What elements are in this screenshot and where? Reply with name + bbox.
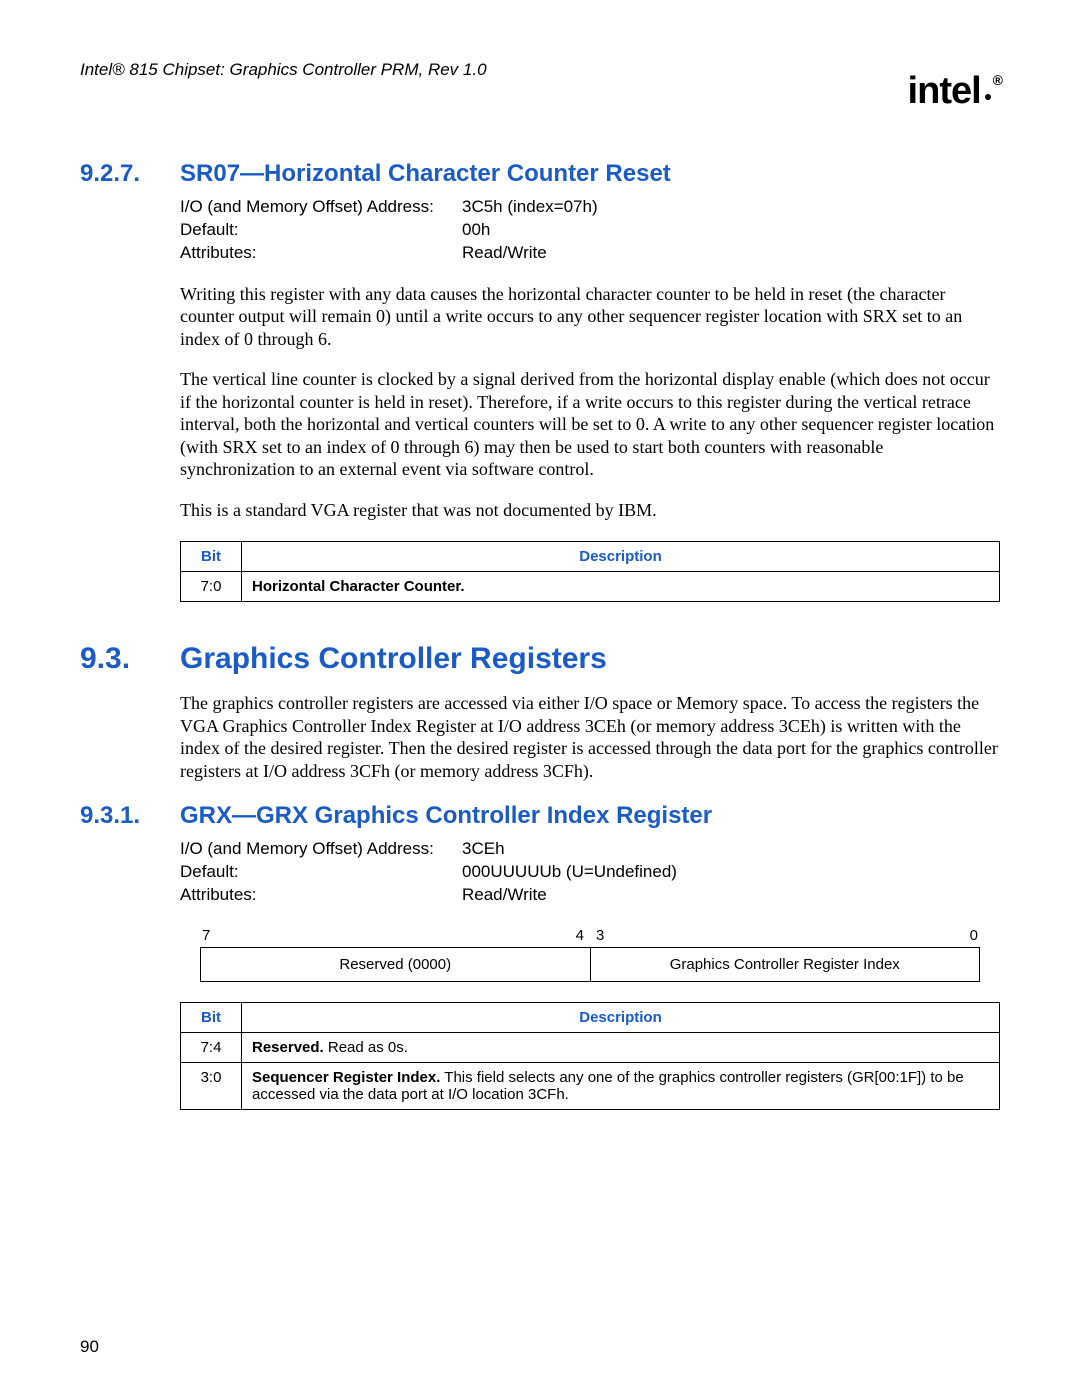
table-header-row: Bit Description — [181, 542, 1000, 572]
desc-bold: Reserved. — [252, 1039, 324, 1056]
section-9-3-body: The graphics controller registers are ac… — [180, 692, 1000, 782]
info-row-attributes: Attributes: Read/Write — [180, 884, 1000, 907]
heading-9-2-7: 9.2.7. SR07—Horizontal Character Counter… — [80, 160, 1000, 188]
bit-box-reserved: Reserved (0000) — [200, 947, 591, 982]
paragraph: This is a standard VGA register that was… — [180, 499, 1000, 522]
intel-logo: intel ® — [908, 70, 1000, 113]
info-row-default: Default: 000UUUUUb (U=Undefined) — [180, 861, 1000, 884]
info-value: 3C5h (index=07h) — [462, 196, 598, 219]
bit-boxes: Reserved (0000) Graphics Controller Regi… — [200, 947, 980, 982]
td-description: Reserved. Read as 0s. — [242, 1033, 1000, 1063]
bit-table-sr07: Bit Description 7:0 Horizontal Character… — [180, 541, 1000, 602]
bit-label-4: 4 — [576, 927, 590, 944]
bit-label-3: 3 — [590, 927, 604, 944]
heading-9-3-1: 9.3.1. GRX—GRX Graphics Controller Index… — [80, 802, 1000, 830]
heading-title: SR07—Horizontal Character Counter Reset — [180, 160, 671, 188]
bit-box-index: Graphics Controller Register Index — [591, 947, 981, 982]
table-row: 7:4 Reserved. Read as 0s. — [181, 1033, 1000, 1063]
table-row: 7:0 Horizontal Character Counter. — [181, 572, 1000, 602]
info-value: Read/Write — [462, 242, 547, 265]
running-header: Intel® 815 Chipset: Graphics Controller … — [80, 60, 1000, 80]
td-description: Sequencer Register Index. This field sel… — [242, 1063, 1000, 1110]
heading-title: GRX—GRX Graphics Controller Index Regist… — [180, 802, 712, 830]
heading-number: 9.3. — [80, 642, 180, 676]
info-value: 3CEh — [462, 838, 505, 861]
info-row-address: I/O (and Memory Offset) Address: 3C5h (i… — [180, 196, 1000, 219]
bit-label-0: 0 — [604, 927, 980, 944]
heading-9-3: 9.3. Graphics Controller Registers — [80, 642, 1000, 676]
logo-text: intel — [908, 70, 981, 112]
td-bit: 3:0 — [181, 1063, 242, 1110]
info-label: Attributes: — [180, 884, 462, 907]
registered-mark-icon: ® — [993, 72, 1002, 88]
paragraph: Writing this register with any data caus… — [180, 283, 1000, 351]
info-label: Attributes: — [180, 242, 462, 265]
bit-labels: 7 4 3 0 — [200, 927, 980, 944]
paragraph: The graphics controller registers are ac… — [180, 692, 1000, 782]
info-label: I/O (and Memory Offset) Address: — [180, 838, 462, 861]
info-value: 00h — [462, 219, 490, 242]
info-label: I/O (and Memory Offset) Address: — [180, 196, 462, 219]
th-bit: Bit — [181, 542, 242, 572]
heading-number: 9.3.1. — [80, 802, 180, 830]
paragraph: The vertical line counter is clocked by … — [180, 368, 1000, 481]
table-row: 3:0 Sequencer Register Index. This field… — [181, 1063, 1000, 1110]
info-value: Read/Write — [462, 884, 547, 907]
register-info: I/O (and Memory Offset) Address: 3CEh De… — [180, 838, 1000, 907]
info-value: 000UUUUUb (U=Undefined) — [462, 861, 677, 884]
info-label: Default: — [180, 861, 462, 884]
desc-bold: Sequencer Register Index. — [252, 1069, 440, 1086]
th-bit: Bit — [181, 1003, 242, 1033]
logo-dot-icon — [985, 94, 991, 100]
desc-bold: Horizontal Character Counter. — [252, 578, 465, 595]
page: Intel® 815 Chipset: Graphics Controller … — [0, 0, 1080, 1397]
info-row-address: I/O (and Memory Offset) Address: 3CEh — [180, 838, 1000, 861]
bit-table-grx: Bit Description 7:4 Reserved. Read as 0s… — [180, 1002, 1000, 1110]
bit-label-7: 7 — [200, 927, 576, 944]
table-header-row: Bit Description — [181, 1003, 1000, 1033]
td-bit: 7:4 — [181, 1033, 242, 1063]
td-bit: 7:0 — [181, 572, 242, 602]
info-label: Default: — [180, 219, 462, 242]
heading-title: Graphics Controller Registers — [180, 642, 607, 676]
section-9-3-1-body: I/O (and Memory Offset) Address: 3CEh De… — [180, 838, 1000, 1110]
td-description: Horizontal Character Counter. — [242, 572, 1000, 602]
content: 9.2.7. SR07—Horizontal Character Counter… — [80, 160, 1000, 1110]
bit-diagram: 7 4 3 0 Reserved (0000) Graphics Control… — [180, 927, 1000, 982]
page-number: 90 — [80, 1337, 99, 1357]
desc-text: Read as 0s. — [324, 1039, 408, 1056]
th-description: Description — [242, 1003, 1000, 1033]
section-9-2-7-body: I/O (and Memory Offset) Address: 3C5h (i… — [180, 196, 1000, 602]
info-row-attributes: Attributes: Read/Write — [180, 242, 1000, 265]
info-row-default: Default: 00h — [180, 219, 1000, 242]
heading-number: 9.2.7. — [80, 160, 180, 188]
th-description: Description — [242, 542, 1000, 572]
register-info: I/O (and Memory Offset) Address: 3C5h (i… — [180, 196, 1000, 265]
